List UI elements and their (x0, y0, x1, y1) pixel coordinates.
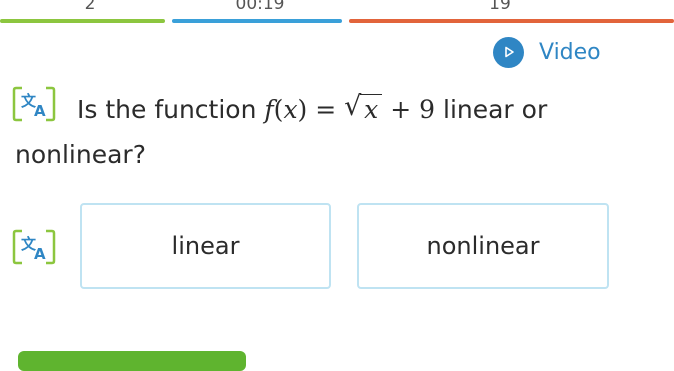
square-root: √ x (344, 87, 383, 132)
translate-icon[interactable]: 文 A (12, 228, 56, 266)
timer: 00:19 (235, 0, 285, 14)
function-variable: x (283, 95, 298, 124)
function-name: f (264, 95, 274, 124)
choice-nonlinear[interactable]: nonlinear (357, 203, 609, 289)
smart-score: 19 (489, 0, 511, 14)
submit-button[interactable] (18, 351, 246, 371)
question-text: Is the function f(x) = √ x + 9 linear or … (15, 87, 665, 177)
video-button[interactable]: Video (493, 35, 601, 69)
score-bar (349, 19, 674, 23)
time-bar (172, 19, 342, 23)
question-intro: Is the function (77, 95, 257, 124)
constant-term: + 9 (390, 95, 436, 124)
video-label: Video (539, 39, 601, 65)
play-icon (493, 36, 524, 68)
svg-text:A: A (34, 245, 46, 263)
answered-bar (0, 19, 165, 23)
radicand: x (360, 94, 383, 124)
question-line1-end: linear or (443, 95, 548, 124)
question-line2: nonlinear? (15, 140, 146, 169)
questions-answered-count: 2 (84, 0, 96, 14)
choice-linear[interactable]: linear (80, 203, 331, 289)
